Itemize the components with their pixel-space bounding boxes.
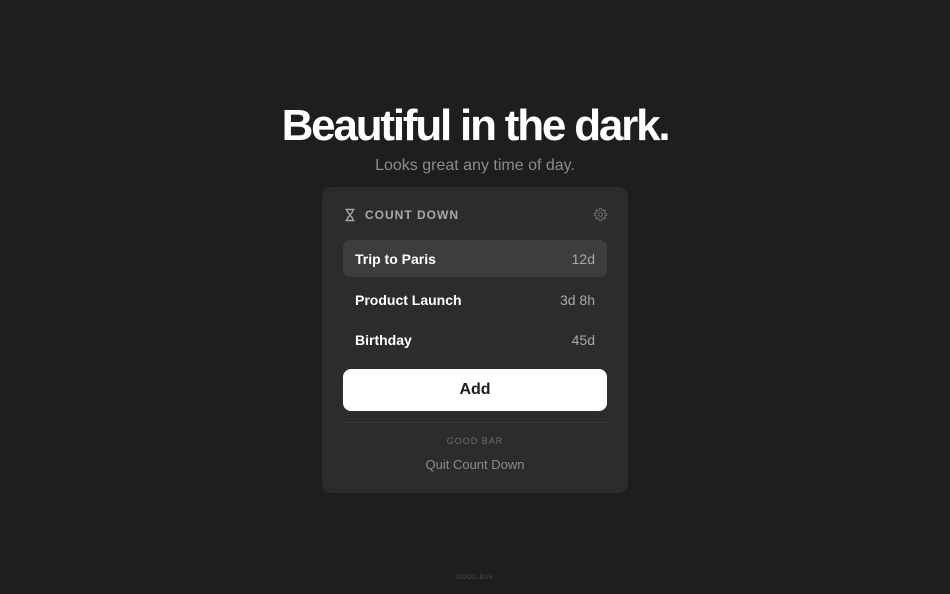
countdown-item-name: Product Launch: [355, 291, 462, 308]
countdown-item-name: Trip to Paris: [355, 250, 436, 267]
hourglass-icon: [343, 208, 357, 222]
countdown-menu-panel: COUNT DOWN Trip to Paris 12d Product Lau…: [322, 187, 628, 493]
stage: Beautiful in the dark. Looks great any t…: [0, 0, 950, 594]
brand-label: GOOD BAR: [446, 436, 504, 446]
countdown-item-birthday[interactable]: Birthday 45d: [343, 321, 607, 358]
add-button[interactable]: Add: [343, 369, 607, 411]
footer-brand: GOOD BAR: [456, 575, 494, 581]
hero-subtitle: Looks great any time of day.: [375, 157, 575, 174]
countdown-item-time: 45d: [571, 331, 595, 348]
countdown-item-product-launch[interactable]: Product Launch 3d 8h: [343, 281, 607, 318]
panel-title: COUNT DOWN: [365, 208, 459, 222]
divider: [343, 422, 607, 423]
quit-button[interactable]: Quit Count Down: [322, 457, 628, 472]
panel-header: COUNT DOWN: [343, 205, 608, 225]
countdown-item-time: 12d: [571, 250, 595, 267]
hero-title: Beautiful in the dark.: [281, 101, 671, 150]
gear-icon[interactable]: [593, 207, 608, 222]
countdown-item-name: Birthday: [355, 331, 412, 348]
countdown-item-trip-to-paris[interactable]: Trip to Paris 12d: [343, 240, 607, 277]
countdown-item-time: 3d 8h: [559, 291, 595, 308]
